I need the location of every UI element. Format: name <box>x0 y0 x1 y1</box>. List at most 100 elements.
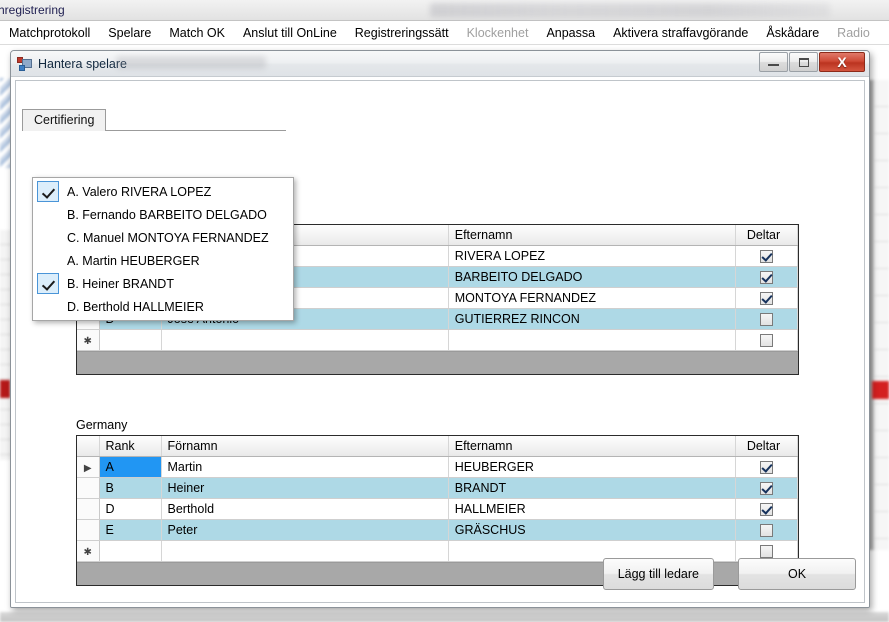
deltar-checkbox[interactable] <box>760 461 773 475</box>
deltar-checkbox[interactable] <box>760 313 773 327</box>
dialog-titlebar[interactable]: Hantera spelare X <box>11 51 869 77</box>
dropdown-item-2[interactable]: C. Manuel MONTOYA FERNANDEZ <box>33 226 293 249</box>
row-selector-cell[interactable]: ✱ <box>77 329 100 351</box>
deltar-checkbox[interactable] <box>760 545 773 559</box>
row-selector-cell[interactable]: ✱ <box>77 540 100 562</box>
background-fragment-left-red-marker <box>0 380 10 398</box>
cell-last-name[interactable]: MONTOYA FERNANDEZ <box>448 287 737 309</box>
menu-item-7[interactable]: Aktivera straffavgörande <box>604 24 757 42</box>
column-header-3[interactable]: Efternamn <box>448 225 737 246</box>
column-header-1[interactable]: Rank <box>99 436 162 457</box>
background-window-title: chregistrering <box>0 3 65 17</box>
cell-deltar[interactable] <box>735 519 798 541</box>
cell-rank[interactable]: B <box>99 477 162 499</box>
cell-first-name[interactable]: Martin <box>161 456 449 478</box>
background-window-title-blur <box>430 3 830 17</box>
add-leader-button[interactable]: Lägg till ledare <box>602 558 714 590</box>
checkbox-empty-icon[interactable] <box>37 204 59 225</box>
cell-rank[interactable]: E <box>99 519 162 541</box>
cell-last-name[interactable]: HEUBERGER <box>448 456 737 478</box>
deltar-checkbox[interactable] <box>760 292 773 306</box>
deltar-checkbox[interactable] <box>760 482 773 496</box>
maximize-button[interactable] <box>789 52 818 72</box>
cell-deltar[interactable] <box>735 287 798 309</box>
cell-first-name[interactable]: Heiner <box>161 477 449 499</box>
table-row[interactable]: D Berthold HALLMEIER <box>77 498 798 520</box>
cell-first-name[interactable]: Peter <box>161 519 449 541</box>
dropdown-item-4[interactable]: B. Heiner BRANDT <box>33 272 293 295</box>
dialog-title-blur <box>116 56 266 69</box>
column-header-0[interactable] <box>77 436 100 457</box>
dropdown-item-3[interactable]: A. Martin HEUBERGER <box>33 249 293 272</box>
team-name-label: Germany <box>76 418 128 432</box>
deltar-checkbox[interactable] <box>760 250 773 264</box>
menu-item-5: Klockenhet <box>466 25 529 40</box>
cell-rank[interactable]: D <box>99 498 162 520</box>
tab-certifiering[interactable]: Certifiering <box>22 109 107 131</box>
menu-item-6[interactable]: Anpassa <box>537 24 604 42</box>
cell-deltar[interactable] <box>735 477 798 499</box>
close-button[interactable]: X <box>819 52 865 72</box>
menu-item-8[interactable]: Åskådare <box>757 24 828 42</box>
checkbox-empty-icon[interactable] <box>37 250 59 271</box>
table-row[interactable]: ▶ A Martin HEUBERGER <box>77 456 798 478</box>
cell-first-name[interactable] <box>161 329 449 351</box>
cell-deltar[interactable] <box>735 498 798 520</box>
cell-first-name[interactable]: Berthold <box>161 498 449 520</box>
check-icon[interactable] <box>37 181 59 202</box>
table-row[interactable]: B Heiner BRANDT <box>77 477 798 499</box>
menu-item-1[interactable]: Spelare <box>99 24 160 42</box>
certifiering-dropdown[interactable]: A. Valero RIVERA LOPEZ B. Fernando BARBEI… <box>32 177 294 321</box>
cell-deltar[interactable] <box>735 245 798 267</box>
background-fragment-right-red-marker <box>872 381 889 399</box>
dialog-footer: Lägg till ledare OK <box>602 558 856 590</box>
cell-deltar[interactable] <box>735 456 798 478</box>
cell-deltar[interactable] <box>735 266 798 288</box>
cell-last-name[interactable]: RIVERA LOPEZ <box>448 245 737 267</box>
table-row[interactable]: ✱ <box>77 329 798 351</box>
cell-rank[interactable]: A <box>99 456 162 478</box>
deltar-checkbox[interactable] <box>760 334 773 348</box>
cell-last-name[interactable]: HALLMEIER <box>448 498 737 520</box>
column-header-4[interactable]: Deltar <box>735 436 798 457</box>
menu-item-2[interactable]: Match OK <box>160 24 234 42</box>
cell-deltar[interactable] <box>735 329 798 351</box>
tab-strip: Certifiering <box>22 109 286 131</box>
dropdown-item-0[interactable]: A. Valero RIVERA LOPEZ <box>33 180 293 203</box>
row-selector-cell[interactable]: ▶ <box>77 456 100 478</box>
cell-rank[interactable] <box>99 540 162 562</box>
row-selector-cell[interactable] <box>77 477 100 499</box>
cell-last-name[interactable]: GUTIERREZ RINCON <box>448 308 737 330</box>
cell-last-name[interactable]: GRÄSCHUS <box>448 519 737 541</box>
menu-item-3[interactable]: Anslut till OnLine <box>234 24 346 42</box>
menu-item-4[interactable]: Registreringssätt <box>346 24 458 42</box>
checkbox-empty-icon[interactable] <box>37 296 59 317</box>
row-selector-cell[interactable] <box>77 519 100 541</box>
check-icon[interactable] <box>37 273 59 294</box>
column-header-3[interactable]: Efternamn <box>448 436 737 457</box>
cell-first-name[interactable] <box>161 540 449 562</box>
column-header-4[interactable]: Deltar <box>735 225 798 246</box>
minimize-button[interactable] <box>759 52 788 72</box>
deltar-checkbox[interactable] <box>760 271 773 285</box>
background-window-titlebar: chregistrering <box>0 0 889 21</box>
table-row[interactable]: E Peter GRÄSCHUS <box>77 519 798 541</box>
cell-last-name[interactable] <box>448 329 737 351</box>
deltar-checkbox[interactable] <box>760 524 773 538</box>
column-header-2[interactable]: Förnamn <box>161 436 449 457</box>
row-selector-cell[interactable] <box>77 498 100 520</box>
deltar-checkbox[interactable] <box>760 503 773 517</box>
row-marker-icon: ✱ <box>83 547 92 558</box>
ok-button[interactable]: OK <box>738 558 856 590</box>
row-marker-icon: ✱ <box>83 336 92 347</box>
main-menu-bar[interactable]: Matchprotokoll Spelare Match OK Anslut till… <box>0 21 889 45</box>
dropdown-item-5[interactable]: D. Berthold HALLMEIER <box>33 295 293 318</box>
cell-rank[interactable] <box>99 329 162 351</box>
checkbox-empty-icon[interactable] <box>37 227 59 248</box>
cell-deltar[interactable] <box>735 308 798 330</box>
dropdown-item-1[interactable]: B. Fernando BARBEITO DELGADO <box>33 203 293 226</box>
maximize-icon <box>798 57 809 67</box>
cell-last-name[interactable]: BARBEITO DELGADO <box>448 266 737 288</box>
cell-last-name[interactable]: BRANDT <box>448 477 737 499</box>
menu-item-0[interactable]: Matchprotokoll <box>0 24 99 42</box>
